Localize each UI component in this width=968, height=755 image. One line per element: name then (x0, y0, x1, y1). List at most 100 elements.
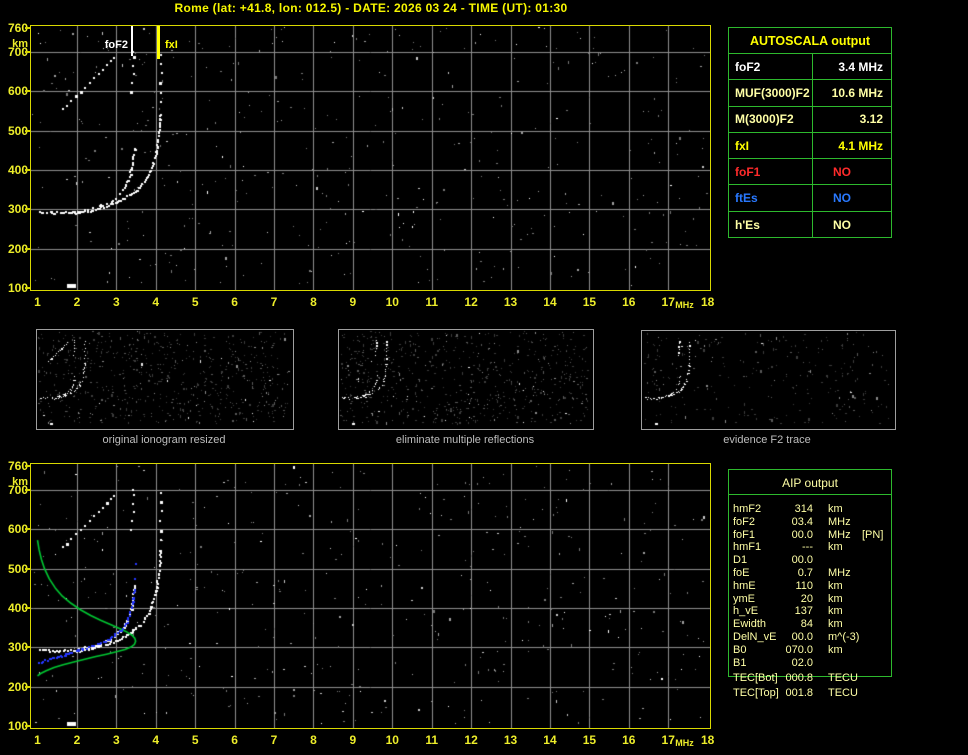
autoscala-row-label: MUF(3000)F2 (729, 80, 813, 105)
x-tick-label: 8 (310, 733, 317, 747)
aip-row-label: B1 (733, 657, 746, 669)
y-axis-unit: km (1, 476, 28, 488)
aip-row-unit: km (828, 605, 843, 617)
autoscala-row-fof2: foF23.4 MHz (729, 54, 891, 80)
aip-row-label: hmF1 (733, 541, 761, 553)
y-tick-label: 300 (1, 202, 28, 216)
y-tick-label: 100 (1, 281, 28, 295)
y-tick-label: 200 (1, 242, 28, 256)
autoscala-row-value: NO (813, 185, 891, 210)
autoscala-app-window: Rome (lat: +41.8, lon: 012.5) - DATE: 20… (0, 0, 968, 755)
aip-row-value: 137 (766, 605, 813, 617)
autoscala-row-label: fxI (729, 133, 813, 158)
x-tick-label: 16 (622, 733, 635, 747)
aip-row-value: 03.4 (766, 516, 813, 528)
y-tick-label: 200 (1, 680, 28, 694)
aip-row-value: 001.8 (766, 687, 813, 699)
x-tick-label: 4 (152, 733, 159, 747)
thumbnail-no-multiples-canvas (339, 330, 591, 427)
aip-table-header: AIP output (728, 471, 892, 494)
fof2-marker-line (131, 26, 133, 56)
aip-row-value: 00.0 (766, 529, 813, 541)
aip-row-label: foF2 (733, 516, 755, 528)
aip-row-value: 00.0 (766, 631, 813, 643)
aip-row-value: 84 (766, 618, 813, 630)
x-tick-label: 13 (504, 733, 517, 747)
aip-row-unit: MHz (828, 567, 851, 579)
thumbnail-f2-trace (641, 330, 896, 430)
aip-row-value: 20 (766, 593, 813, 605)
autoscala-table-rows: foF23.4 MHzMUF(3000)F210.6 MHzM(3000)F23… (729, 54, 891, 238)
y-tick-label: 760 (1, 459, 28, 473)
x-tick-label: 9 (350, 733, 357, 747)
aip-row-unit: km (828, 618, 843, 630)
x-tick-label: 8 (310, 295, 317, 309)
y-tick-label: 600 (1, 522, 28, 536)
top-ionogram-canvas (31, 26, 710, 290)
autoscala-row-label: foF1 (729, 159, 813, 184)
x-tick-label: 11 (425, 733, 438, 747)
aip-table-header-separator (728, 494, 892, 495)
autoscala-row-fof1: foF1NO (729, 159, 891, 185)
autoscala-row-muf-3000-f2: MUF(3000)F210.6 MHz (729, 80, 891, 106)
autoscala-row-ftes: ftEsNO (729, 185, 891, 211)
x-tick-label: 17 (662, 733, 675, 747)
aip-row-unit: m^(-3) (828, 631, 859, 643)
aip-row-value: 000.8 (766, 672, 813, 684)
aip-row-hmf2: hmF2314km (728, 503, 892, 516)
y-tick-label: 760 (1, 21, 28, 35)
aip-row-yme: ymE20km (728, 593, 892, 606)
x-tick-label: 14 (543, 295, 556, 309)
y-tick-label: 500 (1, 124, 28, 138)
x-axis-unit: MHz (675, 300, 694, 310)
aip-row-value: 314 (766, 503, 813, 515)
y-tick-label: 700 (1, 45, 28, 59)
x-tick-label: 17 (662, 295, 675, 309)
aip-row-unit: MHz (828, 529, 851, 541)
autoscala-row-label: ftEs (729, 185, 813, 210)
x-tick-label: 10 (386, 733, 399, 747)
autoscala-row-m-3000-f2: M(3000)F23.12 (729, 107, 891, 133)
fxi-marker-label: fxI (165, 39, 178, 51)
autoscala-output-table: AUTOSCALA output foF23.4 MHzMUF(3000)F21… (728, 27, 892, 238)
autoscala-row-fxi: fxI4.1 MHz (729, 133, 891, 159)
aip-row-label: foF1 (733, 529, 755, 541)
x-tick-label: 18 (701, 733, 714, 747)
autoscala-row-label: M(3000)F2 (729, 107, 813, 132)
x-tick-label: 1 (34, 733, 41, 747)
aip-row-value: 070.0 (766, 644, 813, 656)
x-tick-label: 18 (701, 295, 714, 309)
aip-row-unit: TECU (828, 687, 858, 699)
aip-row-ewidth: Ewidth84km (728, 618, 892, 631)
aip-row-d1: D100.0 (728, 554, 892, 567)
top-ionogram-panel: foF2 fxI (30, 25, 711, 291)
aip-row-b1: B102.0 (728, 657, 892, 670)
aip-row-value: 00.0 (766, 554, 813, 566)
aip-row-unit: km (828, 503, 843, 515)
x-tick-label: 5 (192, 733, 199, 747)
y-tick-label: 500 (1, 562, 28, 576)
aip-row-unit: km (828, 593, 843, 605)
thumbnail-original-caption: original ionogram resized (103, 434, 226, 446)
x-tick-label: 12 (464, 733, 477, 747)
thumbnail-original-canvas (37, 330, 291, 427)
x-tick-label: 2 (74, 295, 81, 309)
thumbnail-original-ionogram (36, 329, 294, 430)
x-tick-label: 9 (350, 295, 357, 309)
x-tick-label: 13 (504, 295, 517, 309)
aip-row-value: --- (766, 541, 813, 553)
autoscala-row-value: 4.1 MHz (813, 133, 891, 158)
y-tick-label: 300 (1, 640, 28, 654)
x-tick-label: 6 (231, 295, 238, 309)
fof2-marker-label: foF2 (91, 39, 128, 51)
x-tick-label: 11 (425, 295, 438, 309)
bottom-ionogram-canvas (31, 464, 710, 728)
x-tick-label: 5 (192, 295, 199, 309)
autoscala-row-h-es: h'EsNO (729, 212, 891, 238)
y-tick-label: 600 (1, 84, 28, 98)
autoscala-row-value: NO (813, 159, 891, 184)
aip-row-unit: MHz (828, 516, 851, 528)
aip-row-label: B0 (733, 644, 746, 656)
x-tick-label: 12 (464, 295, 477, 309)
autoscala-row-value: 10.6 MHz (813, 80, 891, 105)
